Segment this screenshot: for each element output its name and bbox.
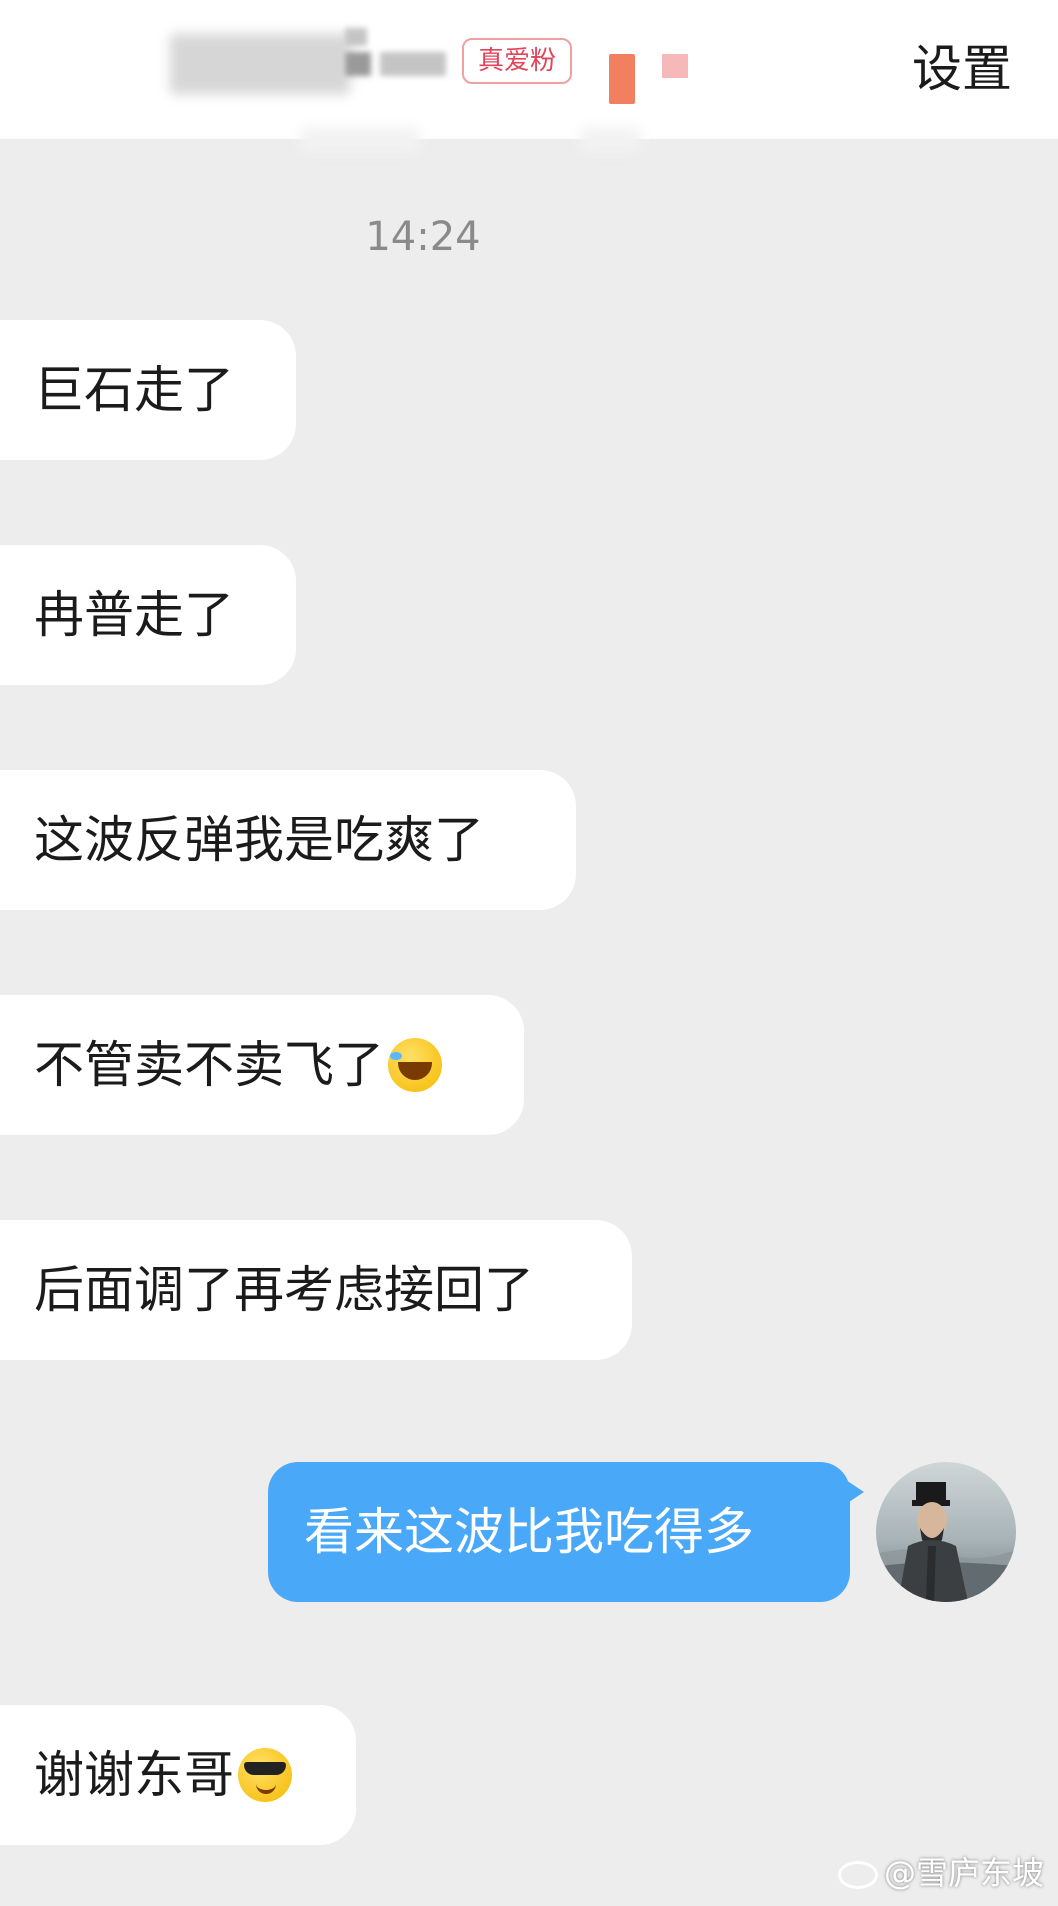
message-text: 巨石走了 (34, 361, 234, 419)
avatar-portrait-icon (876, 1482, 1016, 1602)
weibo-watermark: @雪庐东坡 (837, 1848, 1044, 1894)
blurred-username (170, 34, 350, 94)
fan-level-bar-secondary (662, 54, 688, 78)
blurred-header-shadow (580, 128, 640, 152)
my-message-bubble[interactable]: 看来这波比我吃得多 (268, 1462, 864, 1602)
message-text: 冉普走了 (34, 586, 234, 644)
weibo-icon (837, 1861, 878, 1889)
fan-level-bar (609, 54, 635, 104)
laughing-crying-emoji-icon (388, 1037, 442, 1092)
message-bubble[interactable]: 后面调了再考虑接回了 (0, 1220, 632, 1360)
message-text: 谢谢东哥 (34, 1746, 234, 1804)
blurred-username-block (345, 52, 371, 76)
settings-button[interactable]: 设置 (912, 34, 1012, 104)
message-bubble[interactable]: 巨石走了 (0, 320, 296, 460)
message-bubble[interactable]: 这波反弹我是吃爽了 (0, 770, 576, 910)
fan-badge: 真爱粉 (462, 38, 572, 84)
watermark-text: @雪庐东坡 (883, 1854, 1044, 1892)
message-text: 后面调了再考虑接回了 (34, 1261, 534, 1319)
sunglasses-emoji-icon (238, 1747, 292, 1802)
message-bubble[interactable]: 不管卖不卖飞了 (0, 995, 524, 1135)
blurred-header-shadow (300, 128, 420, 152)
blurred-username-block (345, 28, 367, 46)
message-bubble[interactable]: 谢谢东哥 (0, 1705, 356, 1845)
message-text: 不管卖不卖飞了 (34, 1036, 384, 1094)
message-bubble[interactable]: 冉普走了 (0, 545, 296, 685)
message-text: 看来这波比我吃得多 (304, 1503, 754, 1561)
avatar[interactable] (876, 1462, 1016, 1602)
message-text: 这波反弹我是吃爽了 (34, 811, 484, 869)
message-timestamp: 14:24 (365, 214, 481, 260)
chat-header: 真爱粉 设置 (0, 0, 1058, 139)
blurred-username-block (380, 52, 446, 76)
